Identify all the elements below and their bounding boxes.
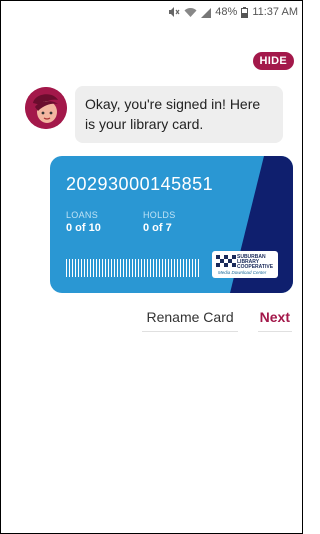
avatar — [25, 87, 67, 129]
card-actions: Rename Card Next — [142, 309, 292, 332]
battery-percent: 48% — [215, 6, 238, 18]
logo-tagline: Media Download Center — [218, 270, 267, 275]
checker-logo-icon — [216, 255, 236, 267]
status-bar: 48% 11:37 AM — [1, 1, 302, 23]
loans-label: LOANS — [66, 210, 99, 220]
wifi-icon — [184, 7, 197, 18]
libby-avatar-icon — [25, 87, 67, 129]
mute-icon — [168, 6, 180, 18]
clock: 11:37 AM — [252, 6, 298, 18]
hide-button[interactable]: HIDE — [252, 52, 294, 70]
holds-label: HOLDS — [143, 210, 176, 220]
loans-value: 0 of 10 — [66, 222, 101, 234]
holds-value: 0 of 7 — [143, 222, 172, 234]
library-card[interactable]: 20293000145851 LOANS 0 of 10 HOLDS 0 of … — [50, 156, 293, 293]
battery-icon — [241, 6, 249, 18]
chat-message: Okay, you're signed in! Here is your lib… — [75, 86, 283, 143]
rename-card-button[interactable]: Rename Card — [142, 309, 238, 332]
library-logo: SUBURBAN LIBRARY COOPERATIVE Media Downl… — [212, 251, 278, 278]
signal-icon — [201, 7, 212, 18]
app-screen: 48% 11:37 AM HIDE Okay, you're signed in… — [0, 0, 303, 534]
next-button[interactable]: Next — [257, 309, 292, 332]
barcode — [66, 259, 200, 277]
card-number: 20293000145851 — [66, 174, 214, 194]
